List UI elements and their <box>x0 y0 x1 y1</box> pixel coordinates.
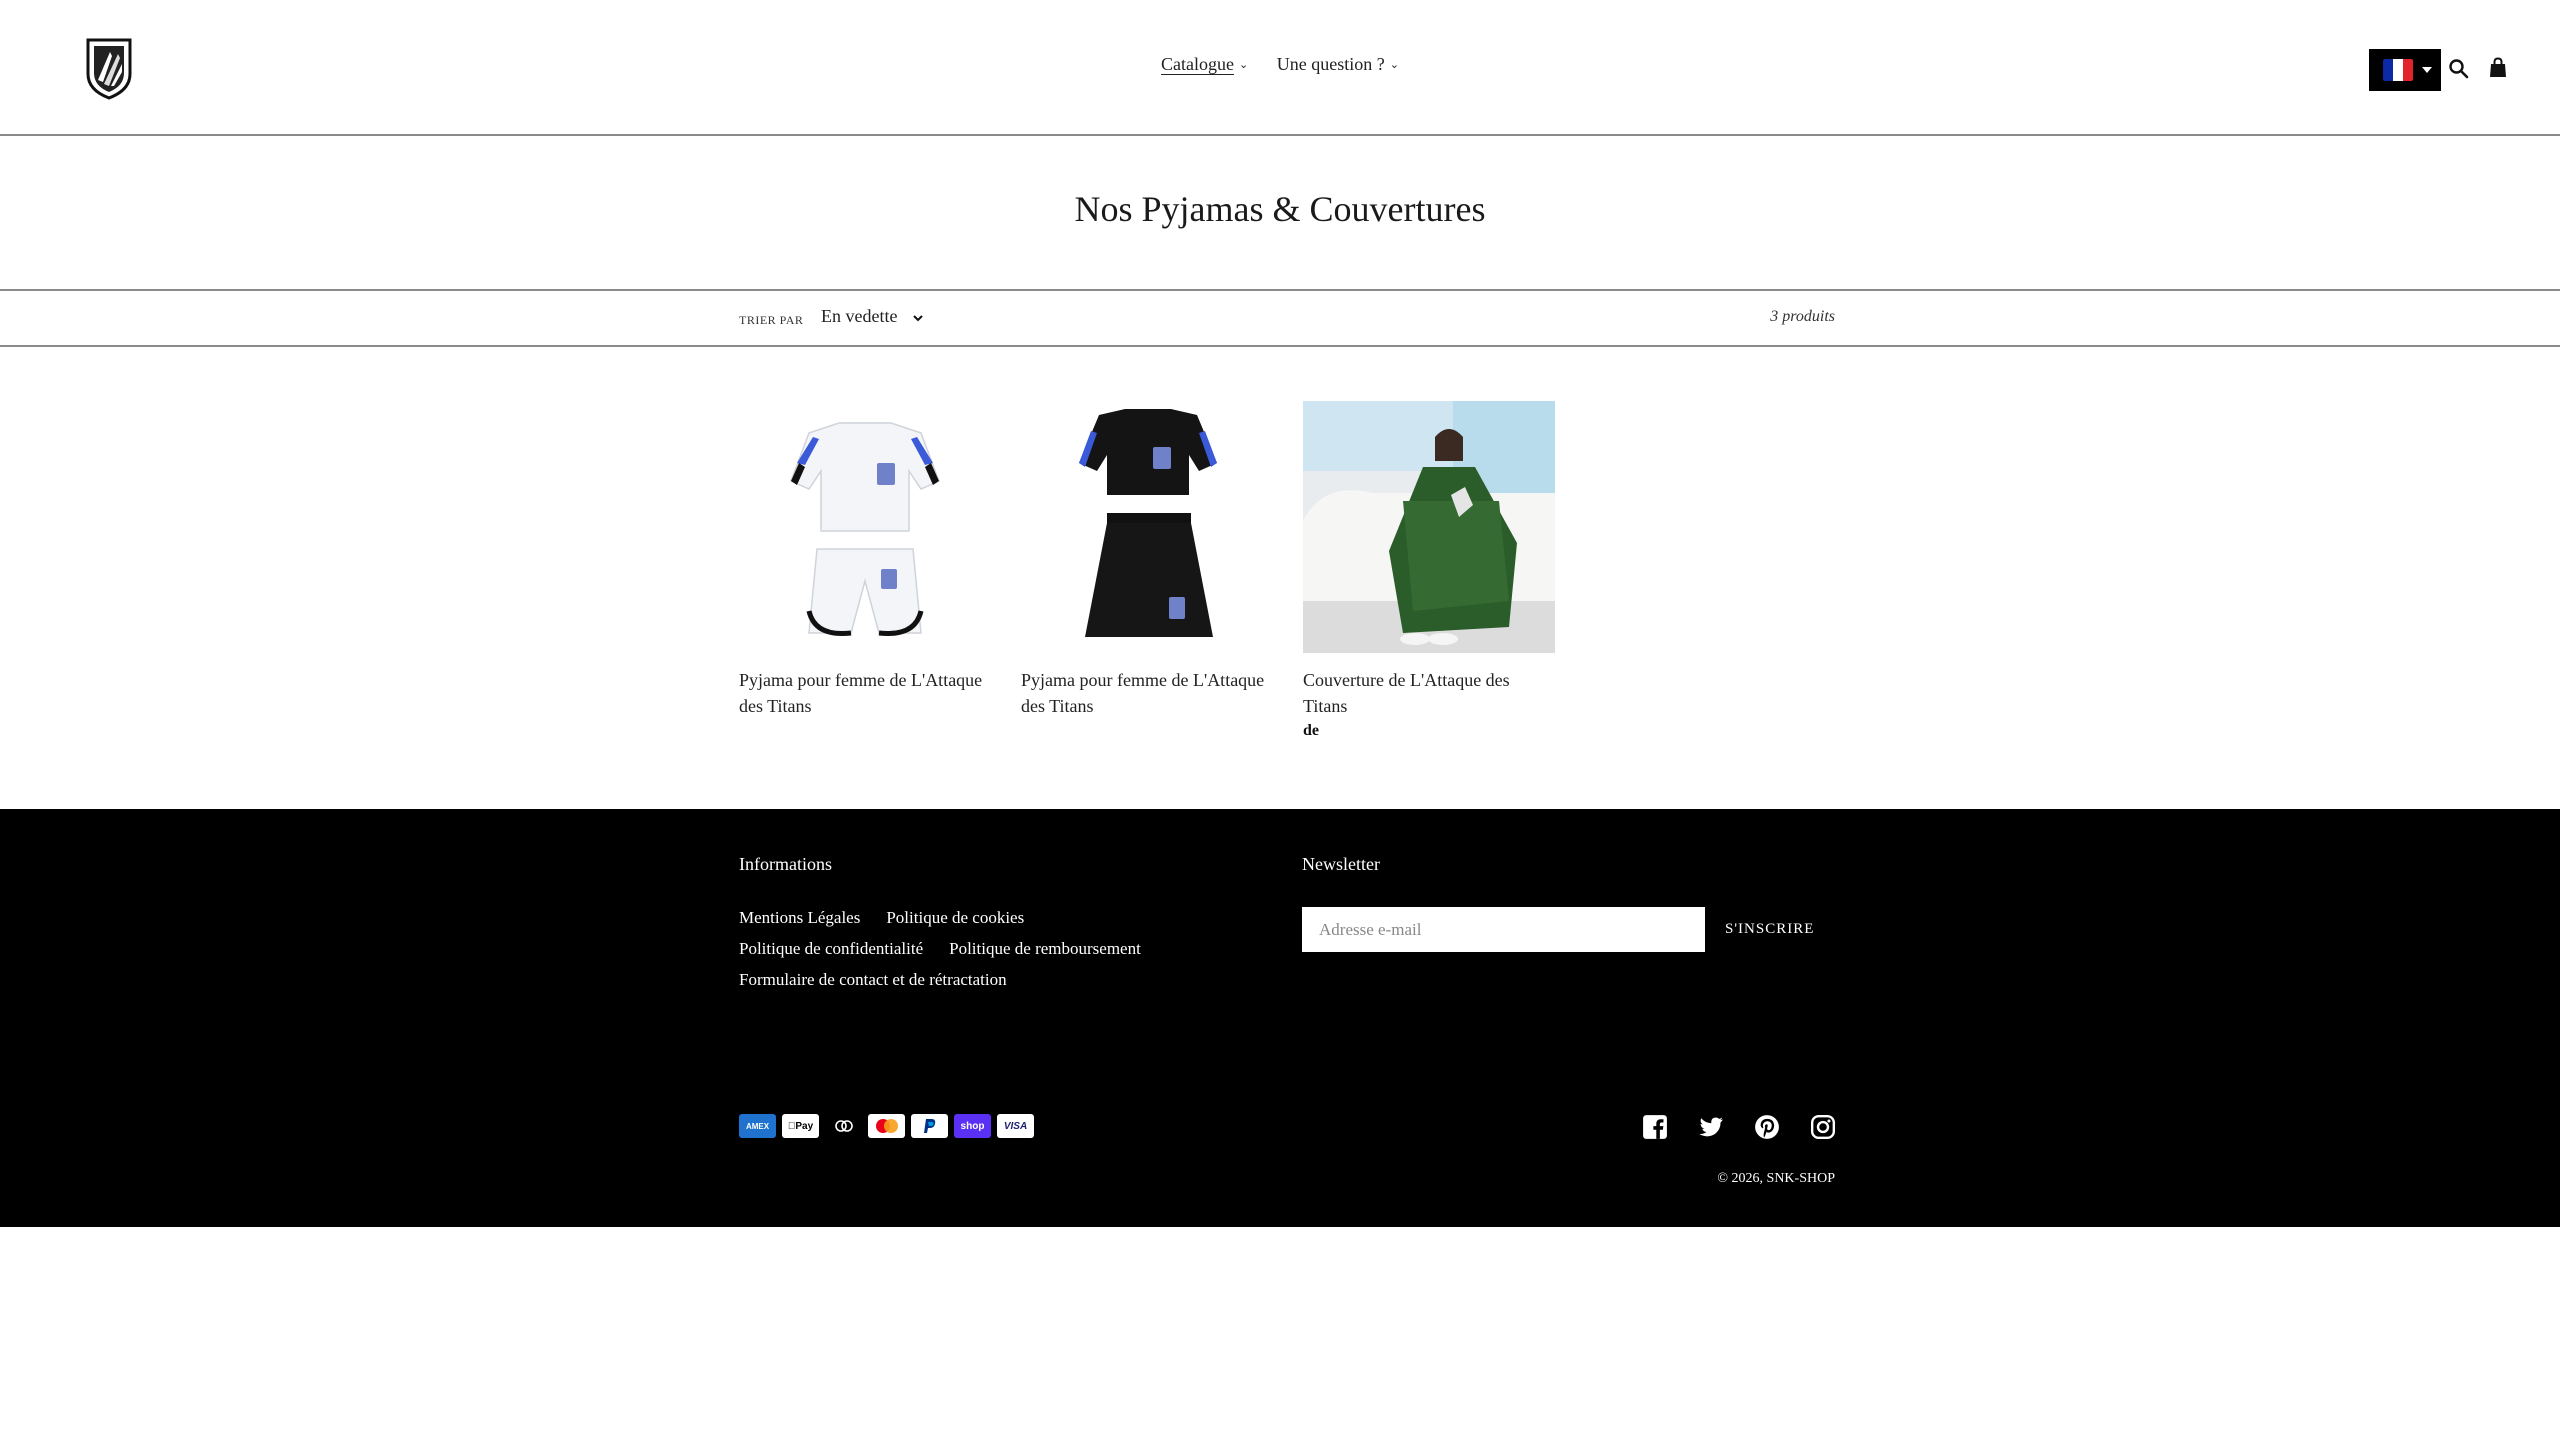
link-politique-confidentialite[interactable]: Politique de confidentialité <box>739 933 923 964</box>
nav-question[interactable]: Une question ? ⌄ <box>1277 54 1399 75</box>
footer-links: Mentions Légales Politique de cookies Pol… <box>739 902 1299 995</box>
copyright: © 2026, SNK-SHOP <box>1717 1171 1835 1187</box>
footer-info-heading: Informations <box>739 854 832 874</box>
search-icon[interactable] <box>2447 57 2471 81</box>
main-nav: Catalogue ⌄ Une question ? ⌄ <box>0 54 2560 75</box>
product-card[interactable]: Pyjama pour femme de L'Attaque des Titan… <box>1021 401 1273 719</box>
site-header: Catalogue ⌄ Une question ? ⌄ <box>0 0 2560 136</box>
shop-pay-icon: shop <box>954 1114 991 1138</box>
payment-icons: AMEX Pay shop VISA <box>739 1114 1034 1138</box>
social-links <box>1642 1114 1836 1140</box>
product-image[interactable] <box>1303 401 1555 653</box>
apple-pay-icon: Pay <box>782 1114 819 1138</box>
copyright-prefix: © 2026, <box>1717 1171 1764 1186</box>
facebook-icon[interactable] <box>1642 1114 1668 1140</box>
product-card[interactable]: Couverture de L'Attaque des Titans de <box>1303 401 1555 743</box>
product-title[interactable]: Couverture de L'Attaque des Titans <box>1303 667 1555 719</box>
product-image[interactable] <box>1021 401 1273 653</box>
amex-icon: AMEX <box>739 1114 776 1138</box>
product-card[interactable]: Pyjama pour femme de L'Attaque des Titan… <box>739 401 991 719</box>
diners-club-icon <box>825 1114 862 1138</box>
visa-icon: VISA <box>997 1114 1034 1138</box>
link-mentions-legales[interactable]: Mentions Légales <box>739 902 860 933</box>
link-politique-cookies[interactable]: Politique de cookies <box>886 902 1024 933</box>
copyright-brand-link[interactable]: SNK-SHOP <box>1767 1171 1835 1186</box>
sort-select[interactable]: En vedette <box>821 306 897 327</box>
france-flag-icon <box>2383 59 2413 81</box>
email-field[interactable] <box>1302 907 1705 952</box>
product-title[interactable]: Pyjama pour femme de L'Attaque des Titan… <box>739 667 991 719</box>
pinterest-icon[interactable] <box>1754 1114 1780 1140</box>
sort-label: TRIER PAR <box>739 313 804 327</box>
chevron-down-icon: ⌄ <box>1389 59 1399 71</box>
product-title[interactable]: Pyjama pour femme de L'Attaque des Titan… <box>1021 667 1273 719</box>
link-formulaire-contact[interactable]: Formulaire de contact et de rétractation <box>739 964 1007 995</box>
apple-pay-label: Pay <box>791 1120 813 1132</box>
instagram-icon[interactable] <box>1810 1114 1836 1140</box>
twitter-icon[interactable] <box>1698 1114 1724 1140</box>
link-politique-remboursement[interactable]: Politique de remboursement <box>949 933 1141 964</box>
caret-down-icon <box>2422 67 2432 73</box>
product-count: 3 produits <box>1770 308 1835 325</box>
nav-catalogue-label: Catalogue <box>1161 54 1235 74</box>
mastercard-icon <box>868 1114 905 1138</box>
subscribe-button[interactable]: S'INSCRIRE <box>1711 907 1829 952</box>
nav-catalogue[interactable]: Catalogue ⌄ <box>1161 54 1248 75</box>
footer-newsletter-heading: Newsletter <box>1302 854 1380 874</box>
page-title: Nos Pyjamas & Couvertures <box>1074 189 1486 229</box>
filter-bar: TRIER PAR En vedette 3 produits <box>0 289 2560 347</box>
cart-icon[interactable] <box>2486 56 2510 80</box>
site-footer: Informations Mentions Légales Politique d… <box>0 809 2560 1227</box>
language-selector[interactable] <box>2369 49 2441 91</box>
product-price: de <box>1303 722 1319 739</box>
product-image[interactable] <box>739 401 991 653</box>
chevron-down-icon[interactable] <box>912 312 924 324</box>
paypal-icon <box>911 1114 948 1138</box>
chevron-down-icon: ⌄ <box>1239 59 1249 71</box>
nav-question-label: Une question ? <box>1276 54 1385 74</box>
